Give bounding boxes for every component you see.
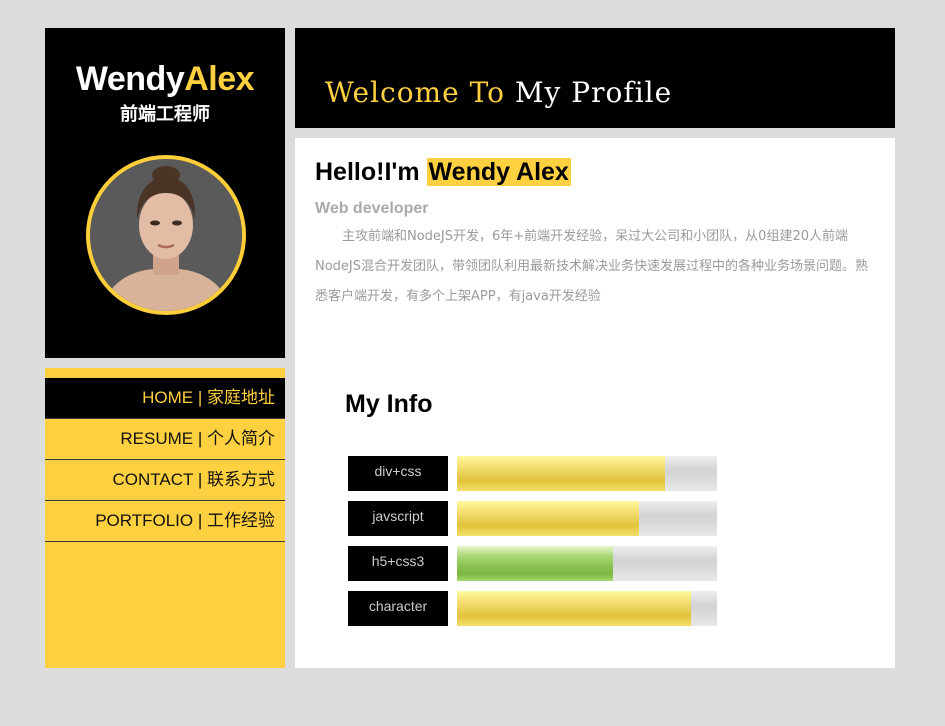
- highlighted-name: Wendy Alex: [426, 158, 571, 186]
- main-content: Hello!I'm Wendy Alex Web developer 主攻前端和…: [295, 138, 895, 668]
- avatar-portrait-icon: [90, 159, 242, 311]
- skill-bar-fill: [457, 591, 691, 626]
- bio-paragraph: 主攻前端和NodeJS开发，6年+前端开发经验，呆过大公司和小团队，从0组建20…: [315, 229, 869, 304]
- title-welcome: Welcome To: [325, 76, 505, 109]
- greeting-text: Hello!I'm: [315, 158, 427, 186]
- title-profile: My Profile: [504, 76, 673, 109]
- skill-row: javscript: [348, 501, 718, 536]
- first-name: Wendy: [75, 60, 185, 98]
- skill-label: javscript: [348, 501, 448, 536]
- skill-bar-track: [457, 591, 717, 626]
- skill-bar-fill: [457, 546, 613, 581]
- skill-bar-fill: [457, 501, 639, 536]
- profile-panel: WendyAlex 前端工程师: [45, 28, 285, 358]
- skill-label: character: [348, 591, 448, 626]
- page-title: Welcome To My Profile: [325, 76, 672, 109]
- skill-bar-fill: [457, 456, 665, 491]
- skill-bar-track: [457, 456, 717, 491]
- nav-item-home[interactable]: HOME | 家庭地址: [45, 378, 285, 419]
- job-title: 前端工程师: [120, 104, 210, 125]
- skill-label: div+css: [348, 456, 448, 491]
- page-header: Welcome To My Profile: [295, 28, 895, 128]
- nav-item-resume[interactable]: RESUME | 个人简介: [45, 419, 285, 460]
- skill-label: h5+css3: [348, 546, 448, 581]
- skill-bar-track: [457, 546, 717, 581]
- nav-item-portfolio[interactable]: PORTFOLIO | 工作经验: [45, 501, 285, 542]
- info-heading: My Info: [345, 390, 433, 418]
- last-name: Alex: [184, 60, 255, 98]
- skill-row: character: [348, 591, 718, 626]
- skill-row: div+css: [348, 456, 718, 491]
- skill-row: h5+css3: [348, 546, 718, 581]
- avatar: [86, 155, 246, 315]
- role-subtitle: Web developer: [315, 200, 429, 217]
- sidebar-nav: HOME | 家庭地址 RESUME | 个人简介 CONTACT | 联系方式…: [45, 368, 285, 668]
- nav-item-contact[interactable]: CONTACT | 联系方式: [45, 460, 285, 501]
- brand-name: WendyAlex: [45, 60, 285, 98]
- greeting-heading: Hello!I'm Wendy Alex: [315, 158, 571, 187]
- skill-bar-track: [457, 501, 717, 536]
